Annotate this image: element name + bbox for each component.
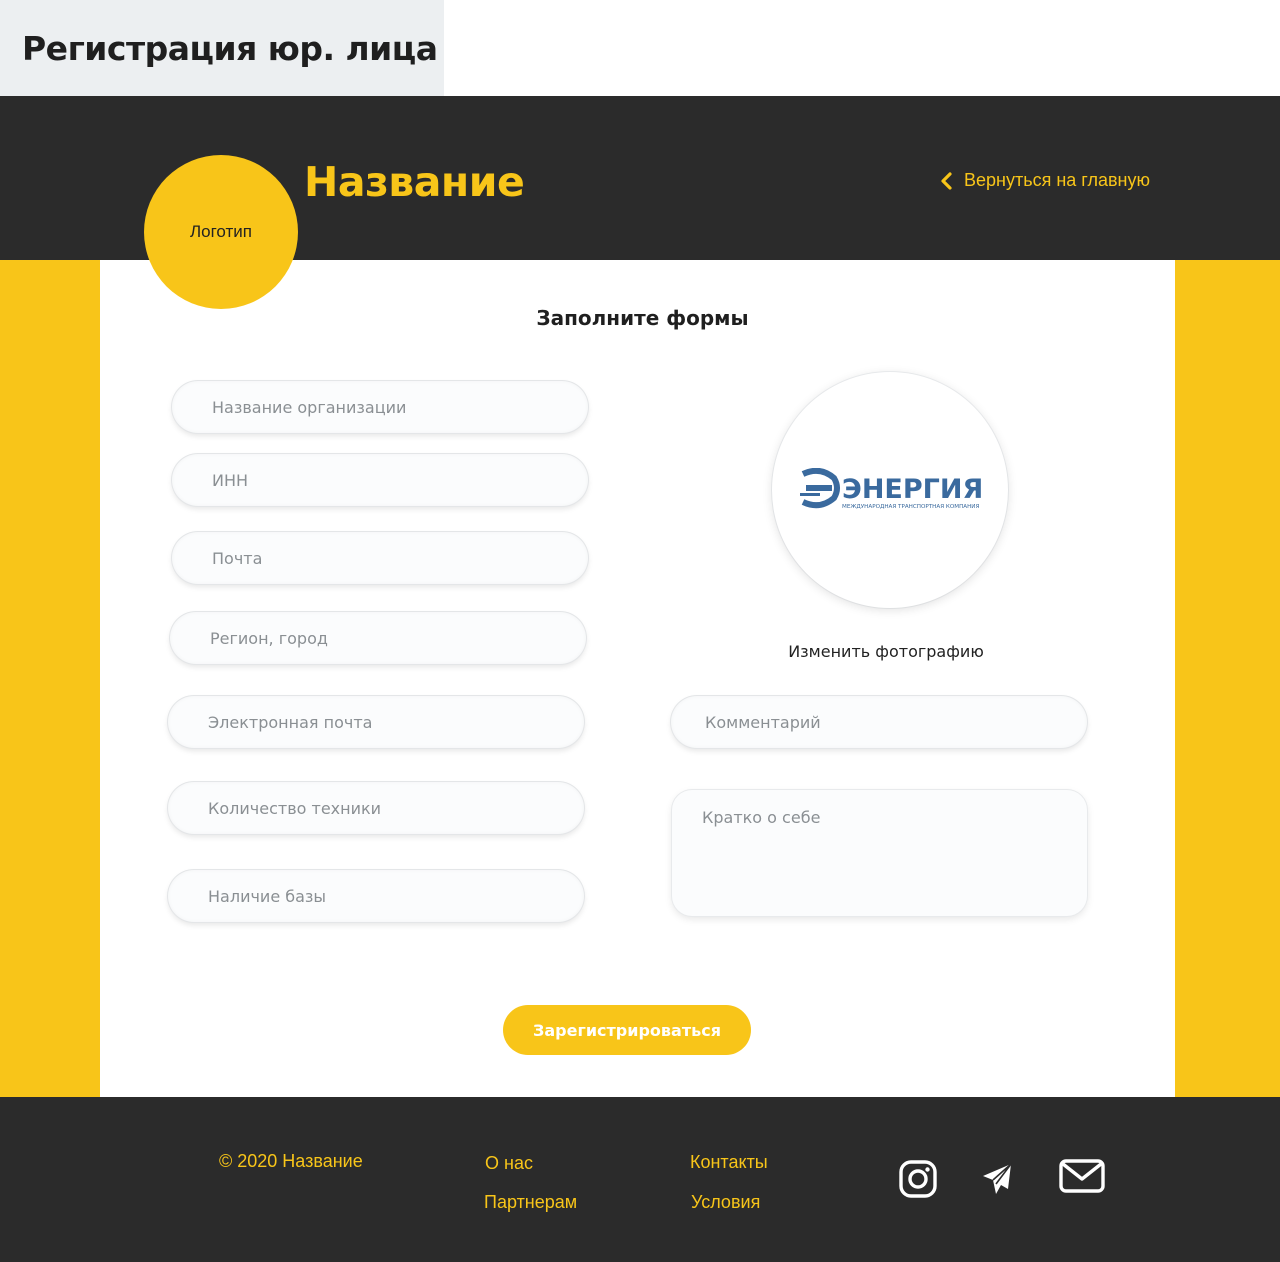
about-textarea[interactable]: Кратко о себе bbox=[672, 790, 1087, 916]
footer-link-partners[interactable]: Партнерам bbox=[484, 1192, 577, 1213]
brand-name: Название bbox=[304, 158, 525, 206]
organization-name-placeholder: Название организации bbox=[212, 397, 407, 417]
mail-placeholder: Почта bbox=[212, 548, 263, 568]
logo[interactable]: Логотип bbox=[144, 155, 298, 309]
register-button-label: Зарегистрироваться bbox=[533, 1020, 721, 1040]
company-logo: ЭНЕРГИЯ МЕЖДУНАРОДНАЯ ТРАНСПОРТНАЯ КОМПА… bbox=[800, 468, 982, 510]
comment-input[interactable]: Комментарий bbox=[671, 696, 1087, 748]
mail-input[interactable]: Почта bbox=[172, 532, 588, 584]
mail-icon[interactable] bbox=[1059, 1159, 1105, 1193]
region-city-input[interactable]: Регион, город bbox=[170, 612, 586, 664]
base-availability-input[interactable]: Наличие базы bbox=[168, 870, 584, 922]
about-placeholder: Кратко о себе bbox=[702, 808, 821, 827]
instagram-icon[interactable] bbox=[899, 1160, 937, 1198]
comment-placeholder: Комментарий bbox=[705, 712, 821, 732]
email-input[interactable]: Электронная почта bbox=[168, 696, 584, 748]
company-name: ЭНЕРГИЯ bbox=[842, 474, 982, 505]
region-city-placeholder: Регион, город bbox=[210, 628, 328, 648]
footer-link-contacts[interactable]: Контакты bbox=[690, 1152, 768, 1173]
telegram-icon[interactable] bbox=[982, 1163, 1012, 1195]
email-placeholder: Электронная почта bbox=[208, 712, 373, 732]
equipment-count-input[interactable]: Количество техники bbox=[168, 782, 584, 834]
back-to-home-link[interactable]: Вернуться на главную bbox=[940, 170, 1150, 191]
change-photo-link[interactable]: Изменить фотографию bbox=[760, 642, 1012, 661]
back-link-label: Вернуться на главную bbox=[964, 170, 1150, 190]
inn-input[interactable]: ИНН bbox=[172, 454, 588, 506]
base-availability-placeholder: Наличие базы bbox=[208, 886, 327, 906]
company-tagline: МЕЖДУНАРОДНАЯ ТРАНСПОРТНАЯ КОМПАНИЯ bbox=[842, 504, 979, 510]
logo-label: Логотип bbox=[189, 222, 252, 241]
organization-name-input[interactable]: Название организации bbox=[172, 381, 588, 433]
page-label: Регистрация юр. лица bbox=[0, 0, 444, 96]
footer-link-about[interactable]: О нас bbox=[485, 1153, 533, 1174]
equipment-count-placeholder: Количество техники bbox=[208, 798, 382, 818]
inn-placeholder: ИНН bbox=[212, 470, 249, 490]
form-title: Заполните формы bbox=[536, 306, 749, 330]
chevron-left-icon bbox=[941, 171, 952, 190]
footer-link-terms[interactable]: Условия bbox=[691, 1192, 760, 1213]
footer-copyright: © 2020 Название bbox=[219, 1151, 363, 1171]
page-label-text: Регистрация юр. лица bbox=[22, 28, 438, 68]
register-button[interactable]: Зарегистрироваться bbox=[503, 1005, 751, 1055]
